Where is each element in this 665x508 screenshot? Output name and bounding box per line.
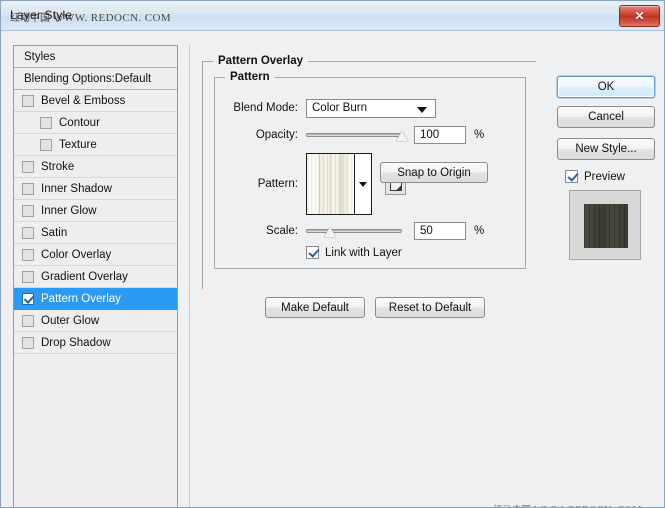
blend-mode-label: Blend Mode: <box>233 102 298 114</box>
reset-to-default-button[interactable]: Reset to Default <box>375 297 485 318</box>
ok-button[interactable]: OK <box>557 76 655 98</box>
close-button[interactable]: ✕ <box>619 5 660 27</box>
checkbox-icon[interactable] <box>22 270 34 283</box>
scale-slider-thumb[interactable] <box>324 227 336 237</box>
checkbox-icon[interactable] <box>22 314 34 327</box>
cancel-button[interactable]: Cancel <box>557 106 655 128</box>
scale-row: Scale: 50 % <box>226 221 516 241</box>
sidebar-item-satin[interactable]: Satin <box>14 222 177 244</box>
sidebar-item-inner-shadow[interactable]: Inner Shadow <box>14 178 177 200</box>
title-watermark: 红动中国 WWW. REDOCN. COM <box>10 12 171 24</box>
opacity-unit: % <box>474 129 485 141</box>
checkbox-icon[interactable] <box>40 138 52 151</box>
checkbox-icon[interactable] <box>22 182 34 195</box>
checkbox-icon[interactable] <box>22 248 34 261</box>
checkbox-icon <box>306 246 319 259</box>
scale-input[interactable]: 50 <box>414 222 466 240</box>
opacity-row: Opacity: 100 % <box>226 125 516 145</box>
make-default-button[interactable]: Make Default <box>265 297 365 318</box>
sidebar-item-bevel-emboss[interactable]: Bevel & Emboss <box>14 90 177 112</box>
bottom-watermark: 红动中国 WWW. REDOCN. COM <box>493 502 642 507</box>
dialog-body: Styles Blending Options:Default Bevel & … <box>1 31 664 507</box>
scale-slider-track <box>306 229 402 233</box>
close-icon: ✕ <box>634 9 645 23</box>
blending-options-label: Blending Options:Default <box>24 72 152 85</box>
sidebar-item-color-overlay[interactable]: Color Overlay <box>14 244 177 266</box>
sidebar-item-label: Pattern Overlay <box>41 292 121 305</box>
title-bar: Layer Style 红动中国 WWW. REDOCN. COM ✕ <box>1 1 664 31</box>
sidebar-item-label: Color Overlay <box>41 248 112 261</box>
layer-style-dialog: Layer Style 红动中国 WWW. REDOCN. COM ✕ Styl… <box>0 0 665 508</box>
scale-unit: % <box>474 225 485 237</box>
preview-label: Preview <box>584 170 625 183</box>
chevron-down-icon <box>417 106 427 113</box>
sidebar-item-label: Inner Glow <box>41 204 97 217</box>
sidebar-item-stroke[interactable]: Stroke <box>14 156 177 178</box>
sidebar-item-outer-glow[interactable]: Outer Glow <box>14 310 177 332</box>
opacity-input[interactable]: 100 <box>414 126 466 144</box>
sidebar-item-label: Stroke <box>41 160 75 173</box>
blend-mode-select[interactable]: Color Burn <box>306 98 436 118</box>
pattern-legend: Pattern <box>225 71 275 83</box>
styles-list-rows: Bevel & Emboss Contour Texture Stroke Inner … <box>14 90 177 354</box>
snap-to-origin-button[interactable]: Snap to Origin <box>380 162 488 183</box>
opacity-slider[interactable] <box>306 128 408 142</box>
sidebar-item-inner-glow[interactable]: Inner Glow <box>14 200 177 222</box>
scale-slider[interactable] <box>306 224 402 238</box>
checkbox-icon[interactable] <box>22 336 34 349</box>
checkbox-icon[interactable] <box>22 204 34 217</box>
checkbox-icon[interactable] <box>22 292 34 305</box>
sidebar-item-texture[interactable]: Texture <box>14 134 177 156</box>
chevron-down-icon <box>359 182 367 187</box>
opacity-slider-track <box>306 133 402 137</box>
sidebar-item-label: Gradient Overlay <box>41 270 128 283</box>
preview-swatch <box>584 204 628 248</box>
checkbox-icon[interactable] <box>40 116 52 129</box>
checkbox-icon[interactable] <box>22 160 34 173</box>
styles-list[interactable]: Styles Blending Options:Default Bevel & … <box>13 45 178 507</box>
pattern-overlay-panel: Pattern Overlay Pattern Blend Mode: Colo… <box>189 45 547 507</box>
sidebar-item-label: Texture <box>59 138 97 151</box>
sidebar-item-label: Contour <box>59 116 100 129</box>
pattern-overlay-legend: Pattern Overlay <box>213 55 309 67</box>
sidebar-item-gradient-overlay[interactable]: Gradient Overlay <box>14 266 177 288</box>
layer-preview-thumbnail <box>569 190 641 260</box>
sidebar-item-contour[interactable]: Contour <box>14 112 177 134</box>
blend-mode-row: Blend Mode: Color Burn <box>226 98 496 118</box>
link-with-layer-label: Link with Layer <box>325 246 402 259</box>
checkbox-icon <box>565 170 578 183</box>
link-with-layer-checkbox[interactable]: Link with Layer <box>306 246 402 259</box>
dialog-button-column: OK Cancel New Style... Preview <box>557 45 655 507</box>
pattern-picker[interactable] <box>306 153 372 215</box>
preview-checkbox[interactable]: Preview <box>565 170 625 183</box>
checkbox-icon[interactable] <box>22 94 34 107</box>
pattern-dropdown-button[interactable] <box>355 154 371 214</box>
blend-mode-value: Color Burn <box>312 101 367 114</box>
sidebar-item-label: Outer Glow <box>41 314 100 327</box>
sidebar-item-label: Bevel & Emboss <box>41 94 126 107</box>
sidebar-item-drop-shadow[interactable]: Drop Shadow <box>14 332 177 354</box>
opacity-label: Opacity: <box>255 129 298 141</box>
styles-list-header: Styles <box>14 46 177 68</box>
opacity-slider-thumb[interactable] <box>396 131 408 141</box>
sidebar-item-label: Satin <box>41 226 68 239</box>
sidebar-item-label: Drop Shadow <box>41 336 111 349</box>
pattern-swatch-preview <box>307 154 355 214</box>
sidebar-item-blending-options[interactable]: Blending Options:Default <box>14 68 177 90</box>
pattern-label: Pattern: <box>257 178 298 190</box>
checkbox-icon[interactable] <box>22 226 34 239</box>
sidebar-item-label: Inner Shadow <box>41 182 112 195</box>
scale-label: Scale: <box>266 225 298 237</box>
sidebar-item-pattern-overlay[interactable]: Pattern Overlay <box>14 288 177 310</box>
styles-header-label: Styles <box>24 50 56 63</box>
new-style-button[interactable]: New Style... <box>557 138 655 160</box>
